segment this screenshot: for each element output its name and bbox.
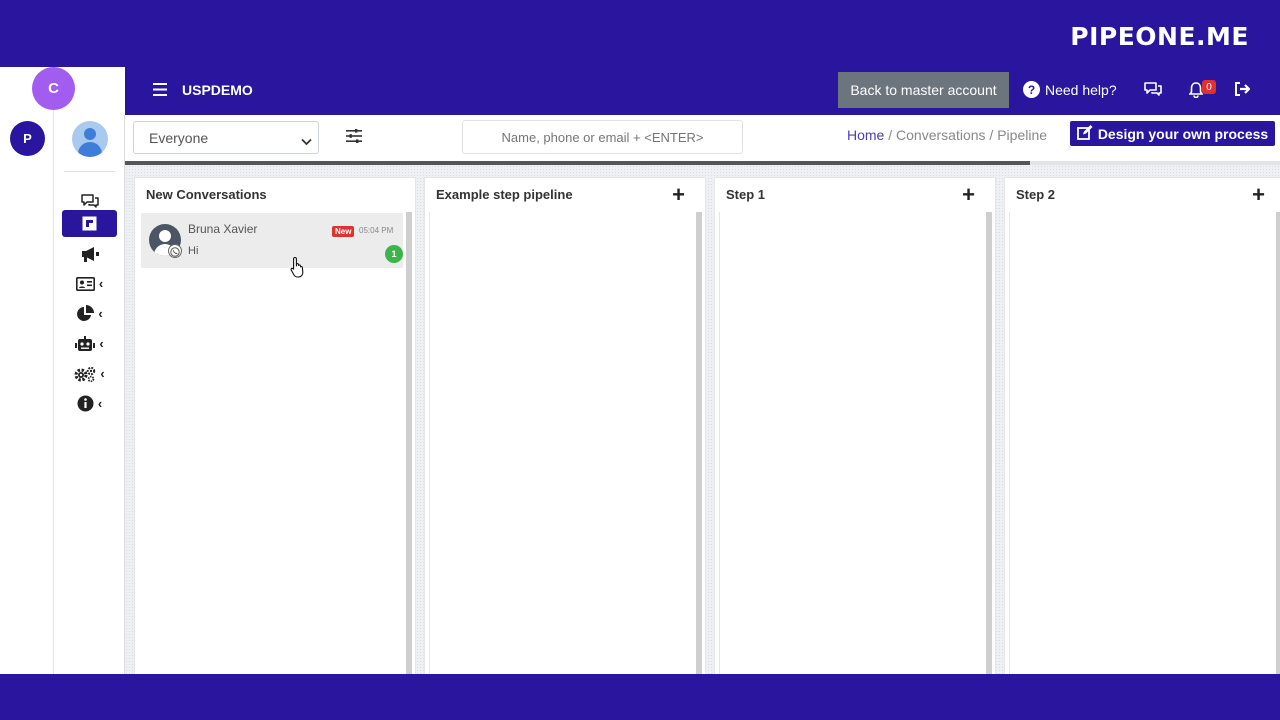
account-rail: P bbox=[0, 67, 54, 674]
chevron-left-icon: ‹ bbox=[98, 276, 104, 291]
breadcrumb-home[interactable]: Home bbox=[847, 127, 884, 143]
hand-pointer-icon bbox=[290, 256, 306, 283]
nav-item-pipeline[interactable] bbox=[62, 210, 117, 237]
user-filter-select[interactable]: Everyone bbox=[133, 121, 319, 154]
unread-count-badge: 1 bbox=[385, 245, 403, 263]
edit-icon bbox=[1076, 124, 1093, 143]
brand-footer bbox=[0, 674, 1280, 720]
column-title: Step 2 bbox=[1016, 187, 1056, 202]
column-title: New Conversations bbox=[146, 187, 267, 202]
pipeline-column: Example step pipeline + bbox=[424, 177, 706, 675]
last-message: Hi bbox=[188, 245, 199, 257]
pie-chart-icon bbox=[76, 304, 95, 323]
pipeline-board: New Conversations Bruna Xavier Hi New 05… bbox=[125, 165, 1280, 675]
nav-item-info[interactable]: ‹ bbox=[62, 390, 117, 417]
chevron-left-icon: ‹ bbox=[97, 396, 103, 411]
whatsapp-icon bbox=[168, 244, 182, 258]
topbar: USPDEMO Back to master account ? Need he… bbox=[125, 67, 1280, 115]
bell-icon[interactable] bbox=[1188, 81, 1204, 103]
chevron-left-icon: ‹ bbox=[98, 306, 103, 321]
nav-item-campaigns[interactable] bbox=[62, 240, 117, 267]
pipeline-icon bbox=[82, 216, 97, 231]
column-title: Step 1 bbox=[726, 187, 766, 202]
filter-sliders-icon[interactable] bbox=[346, 129, 362, 148]
breadcrumb: Home / Conversations / Pipeline bbox=[847, 127, 1047, 143]
nav-item-contacts[interactable]: ‹ bbox=[62, 270, 117, 297]
column-scrollbar[interactable] bbox=[696, 212, 702, 675]
workspace-avatar[interactable]: P bbox=[10, 121, 45, 156]
breadcrumb-conversations[interactable]: Conversations bbox=[896, 127, 986, 143]
nav-divider bbox=[64, 171, 115, 172]
filter-bar: Everyone Home / Conversations / Pipeline… bbox=[125, 115, 1280, 166]
user-filter-value: Everyone bbox=[149, 130, 209, 146]
company-avatar[interactable]: C bbox=[32, 67, 75, 110]
user-avatar[interactable] bbox=[72, 121, 108, 157]
address-card-icon bbox=[75, 276, 95, 291]
chevron-down-icon bbox=[301, 133, 312, 149]
pipeline-column: Step 1 + bbox=[714, 177, 996, 675]
chevron-left-icon: ‹ bbox=[100, 366, 105, 381]
question-icon: ? bbox=[1023, 81, 1040, 98]
pipeline-column: New Conversations Bruna Xavier Hi New 05… bbox=[134, 177, 416, 675]
column-divider bbox=[429, 212, 430, 675]
design-process-button[interactable]: Design your own process bbox=[1070, 121, 1275, 146]
column-scrollbar[interactable] bbox=[986, 212, 992, 675]
megaphone-icon bbox=[80, 246, 100, 262]
nav-item-reports[interactable]: ‹ bbox=[62, 300, 117, 327]
help-link[interactable]: ? Need help? bbox=[1023, 81, 1117, 98]
chat-icon bbox=[80, 193, 100, 209]
logout-icon[interactable] bbox=[1234, 81, 1251, 102]
nav-sidebar: ‹ ‹ ‹ ‹ ‹ bbox=[54, 115, 125, 674]
plus-icon[interactable]: + bbox=[672, 184, 685, 206]
breadcrumb-current: Pipeline bbox=[997, 127, 1048, 143]
column-title: Example step pipeline bbox=[436, 187, 573, 202]
back-to-master-button[interactable]: Back to master account bbox=[838, 72, 1009, 108]
info-circle-icon bbox=[77, 395, 94, 412]
pipeline-column: Step 2 + bbox=[1004, 177, 1280, 675]
robot-icon bbox=[75, 335, 96, 352]
breadcrumb-separator: / bbox=[884, 127, 897, 143]
conversation-card[interactable]: Bruna Xavier Hi New 05:04 PM 1 bbox=[141, 213, 403, 268]
help-label: Need help? bbox=[1045, 81, 1117, 98]
design-process-label: Design your own process bbox=[1097, 125, 1269, 142]
chat-bubbles-icon[interactable] bbox=[1143, 81, 1163, 103]
chevron-left-icon: ‹ bbox=[99, 336, 104, 351]
message-time: 05:04 PM bbox=[359, 226, 394, 235]
contact-name: Bruna Xavier bbox=[188, 222, 258, 236]
cogs-icon bbox=[74, 366, 96, 382]
brand-header: PIPEONE.ME bbox=[0, 0, 1280, 67]
column-divider bbox=[1009, 212, 1010, 675]
nav-item-bots[interactable]: ‹ bbox=[62, 330, 117, 357]
column-divider bbox=[719, 212, 720, 675]
plus-icon[interactable]: + bbox=[1252, 184, 1265, 206]
app-window: P C USPDEMO Back to master account ? Nee… bbox=[0, 67, 1280, 675]
search-input[interactable] bbox=[462, 120, 743, 154]
nav-item-settings[interactable]: ‹ bbox=[62, 360, 117, 387]
hamburger-menu-icon[interactable] bbox=[153, 83, 167, 101]
notification-count-badge: 0 bbox=[1202, 80, 1216, 94]
brand-logo: PIPEONE.ME bbox=[1070, 22, 1249, 51]
breadcrumb-separator: / bbox=[985, 127, 998, 143]
column-scrollbar[interactable] bbox=[406, 212, 412, 675]
column-scrollbar[interactable] bbox=[1276, 212, 1280, 675]
plus-icon[interactable]: + bbox=[962, 184, 975, 206]
new-badge: New bbox=[332, 226, 355, 237]
account-name: USPDEMO bbox=[182, 82, 253, 98]
